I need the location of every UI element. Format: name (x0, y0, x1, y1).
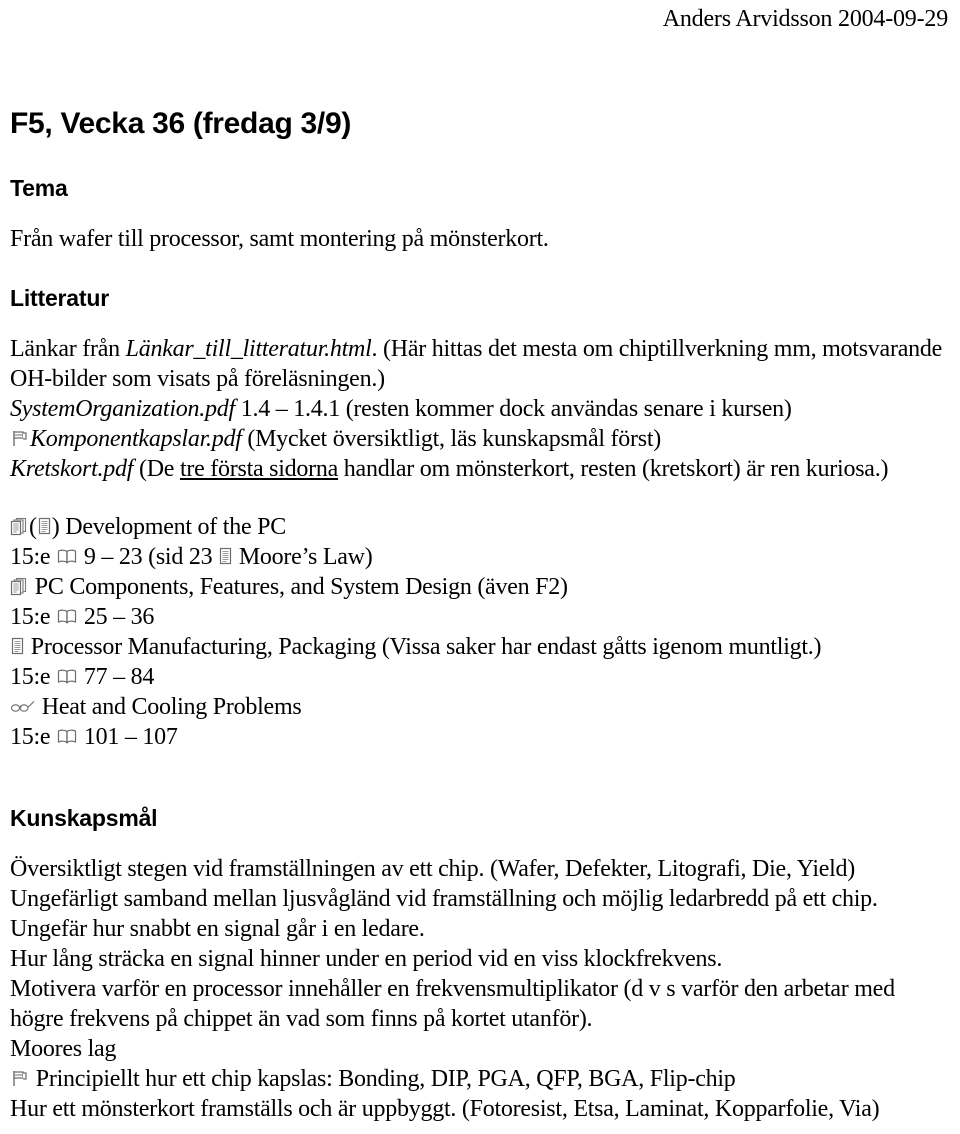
book-entry-topic-processor-manufacturing: Processor Manufacturing, Packaging (Viss… (10, 632, 950, 662)
tema-text: Från wafer till processor, samt monterin… (10, 226, 549, 252)
open-book-icon (56, 546, 78, 566)
edition-label: 15:e (10, 544, 51, 570)
edition-label: 15:e (10, 724, 51, 750)
stacked-pages-icon (10, 516, 29, 536)
litteratur-ref-kretskort: Kretskort.pdf (De tre första sidorna han… (10, 454, 950, 484)
book-entry-topic: ) Development of the PC (51, 514, 286, 540)
page-range: 101 – 107 (83, 724, 178, 750)
flag-icon (10, 428, 30, 448)
kunskapsmal-goal: Översiktligt stegen vid framställningen … (10, 856, 856, 882)
page-title: F5, Vecka 36 (fredag 3/9) (10, 107, 352, 140)
edition-label: 15:e (10, 664, 51, 690)
litteratur-intro-prefix: Länkar från (10, 336, 126, 362)
litteratur-ref-filename: Komponentkapslar.pdf (30, 426, 242, 452)
book-entry-topic: Heat and Cooling Problems (41, 694, 302, 720)
glasses-icon (10, 696, 36, 716)
litteratur-ref-filename: SystemOrganization.pdf (10, 396, 235, 422)
litteratur-ref-detail-before: (De (133, 456, 180, 482)
litteratur-ref-detail: 1.4 – 1.4.1 (resten kommer dock användas… (234, 396, 792, 422)
section-heading-tema: Tema (10, 175, 68, 201)
flag-icon (10, 1068, 30, 1088)
litteratur-intro: Länkar från Länkar_till_litteratur.html.… (10, 334, 950, 394)
stacked-pages-icon (10, 576, 29, 596)
section-heading-kunskapsmal: Kunskapsmål (10, 805, 158, 831)
book-entry-pages-heat-and-cooling: 15:e 101 – 107 (10, 722, 950, 752)
single-page-icon (10, 636, 25, 656)
edition-label: 15:e (10, 604, 51, 630)
book-entry-pages-pc-components: 15:e 25 – 36 (10, 602, 950, 632)
kunskapsmal-goal-flagged: Principiellt hur ett chip kapslas: Bondi… (10, 1064, 950, 1094)
book-entry-pages-processor-manufacturing: 15:e 77 – 84 (10, 662, 950, 692)
book-entry-topic: PC Components, Features, and System Desi… (34, 574, 568, 600)
document-page: Anders Arvidsson 2004-09-29 F5, Vecka 36… (0, 0, 960, 1134)
page-range: 9 – 23 (sid 23 (83, 544, 213, 570)
kunskapsmal-goal: Hur ett mönsterkort framställs och är up… (10, 1096, 880, 1122)
section-heading-litteratur: Litteratur (10, 285, 109, 311)
open-book-icon (56, 606, 78, 626)
document-header-author-date: Anders Arvidsson 2004-09-29 (662, 6, 948, 32)
book-entry-pages-development-of-pc: 15:e 9 – 23 (sid 23 Moore’s Law) (10, 542, 950, 572)
book-entry-topic-heat-and-cooling: Heat and Cooling Problems (10, 692, 950, 722)
book-entry-paren-open: ( (29, 514, 37, 540)
litteratur-intro-filename: Länkar_till_litteratur.html (125, 336, 372, 362)
kunskapsmal-goal: Hur lång sträcka en signal hinner under … (10, 946, 723, 972)
litteratur-ref-komponentkapslar: Komponentkapslar.pdf (Mycket översiktlig… (10, 424, 950, 454)
litteratur-ref-detail-after: handlar om mönsterkort, resten (kretskor… (338, 456, 889, 482)
kunskapsmal-goal: Ungefärligt samband mellan ljusvågländ v… (10, 886, 878, 912)
page-range: 77 – 84 (83, 664, 155, 690)
open-book-icon (56, 666, 78, 686)
kunskapsmal-goal: Ungefär hur snabbt en signal går i en le… (10, 916, 425, 942)
page-range: 25 – 36 (83, 604, 155, 630)
book-entry-topic-development-of-pc: ( ) Development of the PC (10, 512, 950, 542)
kunskapsmal-goal: Moores lag (10, 1036, 117, 1062)
book-entry-topic: Processor Manufacturing, Packaging (Viss… (30, 634, 822, 660)
kunskapsmal-goal-text: Principiellt hur ett chip kapslas: Bondi… (35, 1066, 736, 1092)
open-book-icon (56, 726, 78, 746)
litteratur-ref-detail: (Mycket översiktligt, läs kunskapsmål fö… (241, 426, 662, 452)
litteratur-ref-filename: Kretskort.pdf (10, 456, 134, 482)
kunskapsmal-goal: Motivera varför en processor innehåller … (10, 976, 895, 1032)
book-entry-topic-pc-components: PC Components, Features, and System Desi… (10, 572, 950, 602)
single-page-icon (218, 546, 233, 566)
page-note: Moore’s Law) (238, 544, 373, 570)
litteratur-ref-detail-underlined: tre första sidorna (179, 456, 339, 482)
litteratur-ref-system-organization: SystemOrganization.pdf 1.4 – 1.4.1 (rest… (10, 394, 950, 424)
single-page-icon (37, 516, 52, 536)
